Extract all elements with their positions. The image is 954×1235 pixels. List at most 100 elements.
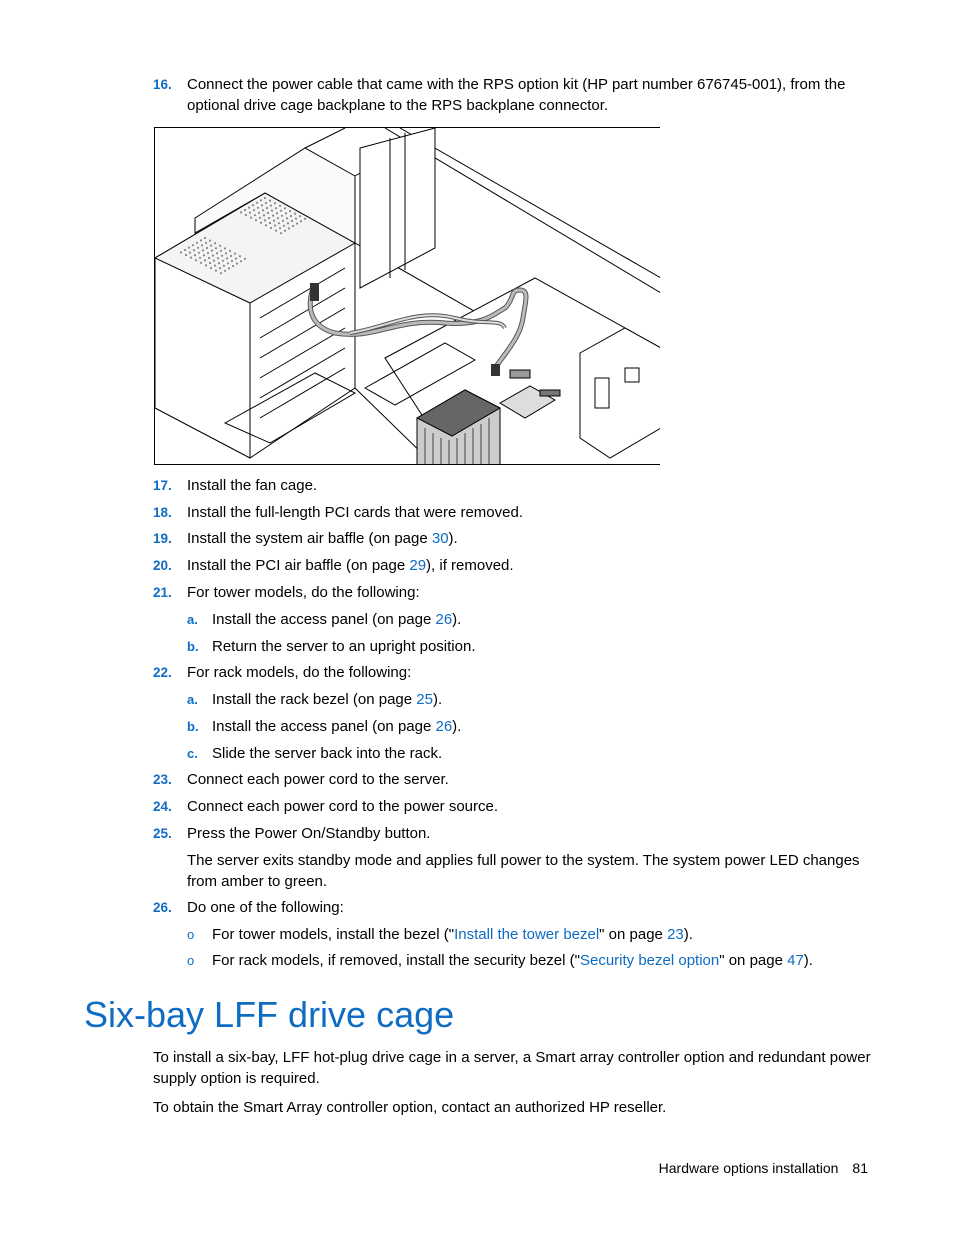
bullet-icon: o <box>187 953 195 968</box>
vent-hole <box>220 254 224 257</box>
step-text: optional drive cage backplane to the RPS… <box>187 97 609 114</box>
vent-hole <box>253 214 257 217</box>
step-text-end: ). <box>448 530 458 547</box>
vent-hole <box>206 251 210 255</box>
step-number: 23. <box>153 772 172 787</box>
vent-hole <box>213 264 217 267</box>
vent-hole <box>223 247 227 250</box>
vent-hole <box>278 204 282 207</box>
vent-hole <box>194 259 198 262</box>
bullet-text-end: ). <box>803 952 813 969</box>
vent-hole <box>227 267 231 270</box>
vent-hole <box>293 212 297 215</box>
vent-hole <box>238 255 242 258</box>
step-text: Install the system air baffle (on page <box>187 530 432 547</box>
vent-hole <box>264 201 268 205</box>
vent-hole <box>205 246 209 250</box>
vent-hole <box>213 242 217 245</box>
step-text: For rack models, do the following: <box>187 664 412 681</box>
vent-hole <box>294 217 298 220</box>
page-link[interactable]: 26 <box>435 611 452 628</box>
vent-hole <box>262 214 266 217</box>
vent-hole <box>243 208 247 212</box>
step-number: 22. <box>153 665 172 680</box>
vent-hole <box>191 244 195 247</box>
vent-hole <box>187 246 191 249</box>
step-22c: c. Slide the server back into the rack. <box>187 744 442 764</box>
step-18: 18. Install the full-length PCI cards tha… <box>153 503 523 523</box>
vent-hole <box>204 264 208 267</box>
substep-text-end: ). <box>452 718 462 735</box>
vent-hole <box>233 252 237 255</box>
vent-hole <box>209 266 213 270</box>
step-21: 21. For tower models, do the following: <box>153 583 420 603</box>
vent-hole <box>257 211 261 214</box>
substep-letter: a. <box>187 692 198 707</box>
step-number: 18. <box>153 505 172 520</box>
bullet-text-mid: " on page <box>719 952 788 969</box>
vent-hole <box>255 201 259 204</box>
vent-hole <box>251 204 255 207</box>
step-19: 19. Install the system air baffle (on pag… <box>153 529 458 549</box>
step-22b: b. Install the access panel (on page 26). <box>187 717 461 737</box>
step-26-bullet-2: o For rack models, if removed, install th… <box>187 951 813 971</box>
page-link[interactable]: 23 <box>667 926 684 943</box>
step-23: 23. Connect each power cord to the server… <box>153 770 449 790</box>
vent-hole <box>256 206 260 209</box>
page-link[interactable]: 47 <box>787 952 804 969</box>
page-link[interactable]: 29 <box>409 557 426 574</box>
vent-hole <box>231 264 235 268</box>
bullet-text: For rack models, if removed, install the… <box>212 952 580 969</box>
page-link[interactable]: 26 <box>435 718 452 735</box>
substep-letter: b. <box>187 719 199 734</box>
vent-hole <box>199 261 203 264</box>
substep-text: Install the rack bezel (on page <box>212 691 417 708</box>
vent-hole <box>303 217 307 220</box>
vent-hole <box>219 249 223 252</box>
vent-hole <box>224 252 228 255</box>
vent-hole <box>298 215 302 218</box>
vent-hole <box>274 229 278 232</box>
chapter-title: Hardware options installation <box>658 1160 839 1176</box>
vent-hole <box>192 249 196 252</box>
cross-reference-link[interactable]: Security bezel option <box>580 952 719 969</box>
step-22: 22. For rack models, do the following: <box>153 663 411 683</box>
step-text: Press the Power On/Standby button. <box>187 825 431 842</box>
vent-hole <box>247 206 251 209</box>
vent-hole <box>283 229 287 232</box>
vent-hole <box>273 224 277 227</box>
step-20: 20. Install the PCI air baffle (on page 2… <box>153 556 514 576</box>
vent-hole <box>265 206 269 210</box>
vent-hole <box>218 267 222 270</box>
step-number: 26. <box>153 900 172 915</box>
vent-hole <box>249 216 253 219</box>
step-25-note: The server exits standby mode and applie… <box>187 852 860 890</box>
bullet-icon: o <box>187 927 195 942</box>
pci-cage <box>359 128 436 289</box>
step-21a: a. Install the access panel (on page 26). <box>187 610 461 630</box>
vent-hole <box>270 209 274 212</box>
vent-hole <box>295 222 299 225</box>
step-number: 20. <box>153 558 172 573</box>
step-text: Install the fan cage. <box>187 477 318 494</box>
vent-hole <box>259 199 263 202</box>
vent-hole <box>201 249 205 252</box>
vent-hole <box>279 209 283 212</box>
vent-hole <box>225 257 229 260</box>
vent-hole <box>254 219 258 222</box>
vent-hole <box>272 219 276 222</box>
vent-hole <box>248 211 252 214</box>
vent-hole <box>279 232 283 235</box>
vent-hole <box>199 239 203 242</box>
page-link[interactable]: 25 <box>416 691 433 708</box>
step-number: 17. <box>153 478 172 493</box>
rps-backplane-connector <box>491 364 500 376</box>
page-number: 81 <box>852 1160 868 1176</box>
vent-hole <box>274 207 278 210</box>
vent-hole <box>244 213 248 217</box>
page-link[interactable]: 30 <box>432 530 449 547</box>
page-footer: Hardware options installation 81 <box>659 1158 868 1178</box>
vent-hole <box>286 222 290 225</box>
vent-hole <box>277 222 281 225</box>
cross-reference-link[interactable]: Install the tower bezel <box>454 926 599 943</box>
